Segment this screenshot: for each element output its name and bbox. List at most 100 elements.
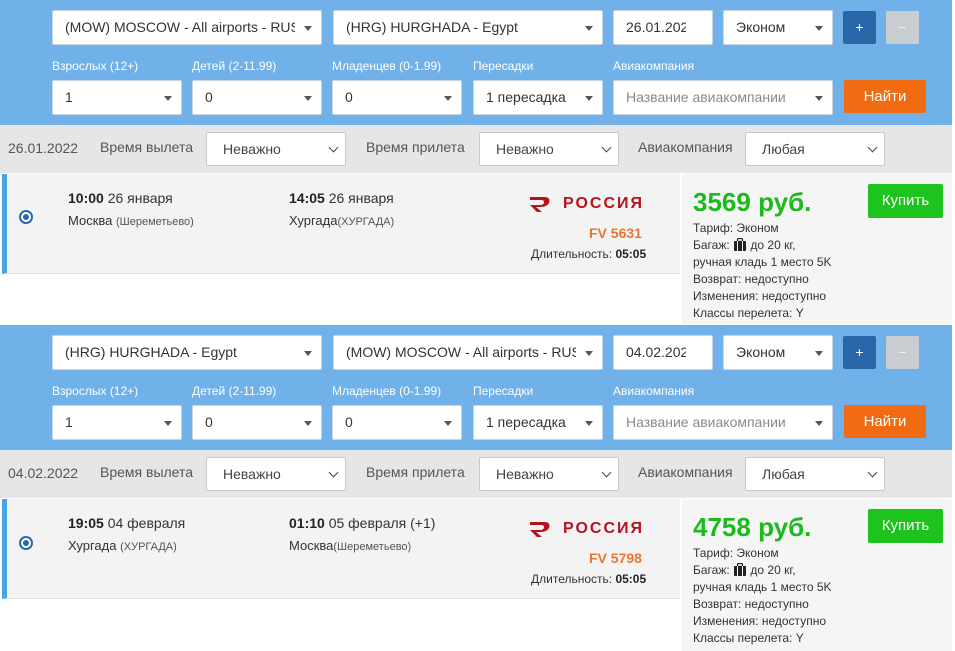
transfers-select[interactable]: 1 пересадка (473, 405, 603, 440)
adults-select[interactable]: 1 (52, 405, 182, 440)
chevron-down-icon (304, 26, 312, 31)
arrival-time: 14:05 26 января (289, 190, 394, 206)
outbound-flight-card[interactable]: 10:00 26 января Москва (Шереметьево) 14:… (2, 174, 680, 274)
chevron-down-icon (328, 467, 339, 478)
arrival-city: Москва(Шереметьево) (289, 538, 412, 553)
offer-details: Тариф: Эконом Багаж: до 20 кг, ручная кл… (693, 546, 832, 645)
arrival-time-select[interactable]: Неважно (479, 457, 619, 491)
adults-label: Взрослых (12+) (52, 384, 139, 398)
return-filter-bar: 04.02.2022 Время вылета Неважно Время пр… (0, 450, 952, 498)
transfers-label: Пересадки (473, 384, 534, 398)
infants-select[interactable]: 0 (332, 80, 462, 115)
outbound-filter-bar: 26.01.2022 Время вылета Неважно Время пр… (0, 125, 952, 173)
price: 4758 руб. (693, 512, 812, 542)
rossiya-logo-icon (530, 522, 550, 537)
buy-button[interactable]: Купить (868, 509, 943, 543)
infants-label: Младенцев (0-1.99) (332, 59, 442, 73)
price: 3569 руб. (693, 187, 812, 217)
add-leg-button[interactable]: + (843, 11, 876, 44)
filter-date: 26.01.2022 (8, 140, 79, 156)
chevron-down-icon (601, 142, 612, 153)
luggage-icon (734, 563, 747, 576)
date-field[interactable]: 04.02.2022 (613, 335, 713, 370)
outbound-search-panel: (MOW) MOSCOW - All airports - RUS (HRG) … (0, 0, 952, 125)
children-label: Детей (2-11.99) (192, 384, 277, 398)
to-field[interactable]: (MOW) MOSCOW - All airports - RUS (333, 335, 603, 370)
infants-select[interactable]: 0 (332, 405, 462, 440)
arrival-time-label: Время прилета (366, 464, 465, 480)
return-price-panel: 4758 руб. Купить Тариф: Эконом Багаж: до… (682, 499, 952, 651)
airline-input[interactable]: Название авиакомпании (613, 405, 833, 440)
chevron-down-icon (585, 26, 593, 31)
offer-details: Тариф: Эконом Багаж: до 20 кг, ручная кл… (693, 221, 832, 320)
departure-time-label: Время вылета (100, 139, 194, 155)
arrival-city: Хургада(ХУРГАДА) (289, 213, 395, 228)
to-field[interactable]: (HRG) HURGHADA - Egypt (333, 10, 603, 45)
adults-label: Взрослых (12+) (52, 59, 139, 73)
airline-logo-text: РОССИЯ (563, 195, 645, 212)
departure-city: Москва (Шереметьево) (68, 213, 194, 228)
flight-number: FV 5631 (589, 225, 642, 241)
departure-time-select[interactable]: Неважно (206, 132, 346, 166)
find-button[interactable]: Найти (844, 405, 926, 438)
chevron-down-icon (585, 351, 593, 356)
chevron-down-icon (815, 26, 823, 31)
remove-leg-button[interactable]: − (886, 11, 919, 44)
buy-button[interactable]: Купить (868, 184, 943, 218)
departure-time-select[interactable]: Неважно (206, 457, 346, 491)
class-select[interactable]: Эконом (723, 335, 833, 370)
airline-input[interactable]: Название авиакомпании (613, 80, 833, 115)
flight-number: FV 5798 (589, 550, 642, 566)
flight-radio[interactable] (19, 536, 33, 550)
airline-filter-select[interactable]: Любая (745, 457, 885, 491)
flight-duration: Длительность: 05:05 (531, 572, 647, 586)
infants-label: Младенцев (0-1.99) (332, 384, 442, 398)
chevron-down-icon (164, 96, 172, 101)
chevron-down-icon (601, 467, 612, 478)
flight-radio[interactable] (19, 210, 33, 224)
airline-filter-label: Авиакомпания (638, 464, 733, 480)
airline-label: Авиакомпания (613, 59, 695, 73)
chevron-down-icon (867, 467, 878, 478)
chevron-down-icon (815, 96, 823, 101)
transfers-select[interactable]: 1 пересадка (473, 80, 603, 115)
chevron-down-icon (867, 142, 878, 153)
remove-leg-button[interactable]: − (886, 336, 919, 369)
filter-date: 04.02.2022 (8, 465, 79, 481)
class-select[interactable]: Эконом (723, 10, 833, 45)
departure-time: 10:00 26 января (68, 190, 173, 206)
transfers-label: Пересадки (473, 59, 534, 73)
return-flight-card[interactable]: 19:05 04 февраля Хургада (ХУРГАДА) 01:10… (2, 499, 680, 599)
outbound-price-panel: 3569 руб. Купить Тариф: Эконом Багаж: до… (682, 174, 952, 324)
arrival-time: 01:10 05 февраля (+1) (289, 515, 436, 531)
chevron-down-icon (304, 96, 312, 101)
children-label: Детей (2-11.99) (192, 59, 277, 73)
return-search-panel: (HRG) HURGHADA - Egypt (MOW) MOSCOW - Al… (0, 325, 952, 450)
chevron-down-icon (444, 96, 452, 101)
departure-city: Хургада (ХУРГАДА) (68, 538, 177, 553)
airline-filter-label: Авиакомпания (638, 139, 733, 155)
flight-duration: Длительность: 05:05 (531, 247, 647, 261)
airline-logo-text: РОССИЯ (563, 520, 645, 537)
departure-time-label: Время вылета (100, 464, 194, 480)
chevron-down-icon (585, 96, 593, 101)
arrival-time-select[interactable]: Неважно (479, 132, 619, 166)
chevron-down-icon (585, 421, 593, 426)
add-leg-button[interactable]: + (843, 336, 876, 369)
adults-select[interactable]: 1 (52, 80, 182, 115)
chevron-down-icon (444, 421, 452, 426)
chevron-down-icon (304, 351, 312, 356)
chevron-down-icon (815, 351, 823, 356)
children-select[interactable]: 0 (192, 80, 322, 115)
date-field[interactable]: 26.01.2022 (613, 10, 713, 45)
find-button[interactable]: Найти (844, 80, 926, 113)
airline-label: Авиакомпания (613, 384, 695, 398)
luggage-icon (734, 238, 747, 251)
departure-time: 19:05 04 февраля (68, 515, 186, 531)
chevron-down-icon (328, 142, 339, 153)
airline-filter-select[interactable]: Любая (745, 132, 885, 166)
chevron-down-icon (164, 421, 172, 426)
children-select[interactable]: 0 (192, 405, 322, 440)
from-field[interactable]: (MOW) MOSCOW - All airports - RUS (52, 10, 322, 45)
from-field[interactable]: (HRG) HURGHADA - Egypt (52, 335, 322, 370)
